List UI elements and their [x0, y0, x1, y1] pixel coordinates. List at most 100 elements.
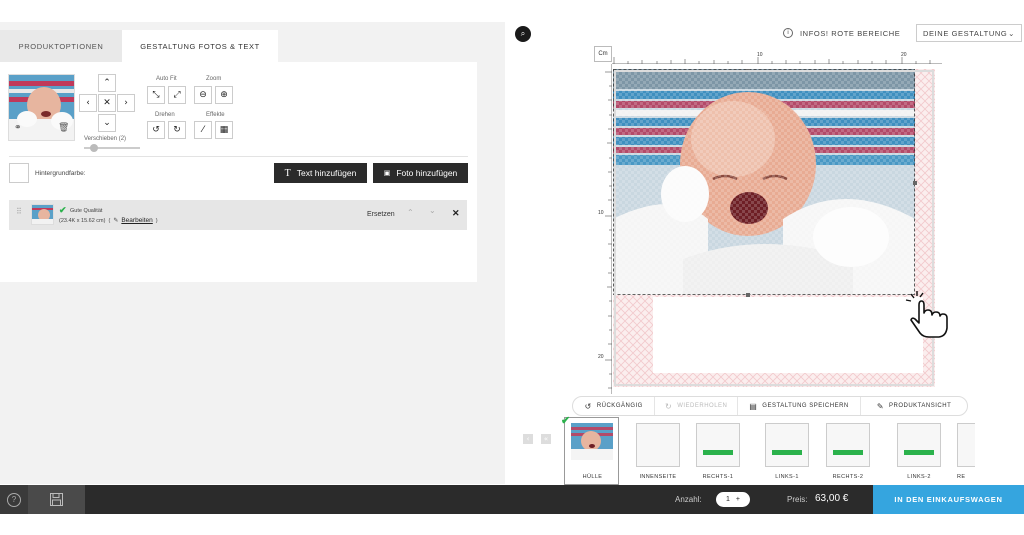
remove-photo-icon[interactable]: ✕ — [452, 208, 460, 219]
auto-fit-expand-button[interactable]: ⤢ — [168, 86, 186, 104]
chevron-down-icon: ⌄ — [103, 118, 111, 128]
redo-icon: ↻ — [664, 401, 673, 411]
save-design-button[interactable]: ▤ GESTALTUNG SPEICHERN — [738, 397, 862, 415]
rotate-right-button[interactable]: ↻ — [168, 121, 186, 139]
photo-item-thumbnail — [31, 204, 54, 225]
redo-button[interactable]: ↻ WIEDERHOLEN — [655, 397, 738, 415]
auto-fit-label: Auto Fit — [156, 76, 177, 82]
zoom-in-button[interactable]: ⊕ — [215, 86, 233, 104]
page-label: RECHTS-2 — [832, 474, 864, 480]
baby-photo-large — [613, 67, 917, 297]
photo-list-item — [9, 200, 467, 230]
rotate-label: Drehen — [155, 112, 175, 118]
editor-action-bar: ↺ RÜCKGÄNGIG ↻ WIEDERHOLEN ▤ GESTALTUNG SPE… — [572, 396, 968, 416]
design-select[interactable]: DEINE GESTALTUNG ⌄ — [916, 24, 1022, 42]
edit-close-paren: ) — [155, 217, 158, 224]
add-to-cart-button[interactable]: IN DEN EINKAUFSWAGEN — [873, 485, 1024, 514]
cover-thumbnail-image — [571, 423, 613, 460]
product-preview-button[interactable]: ✎ PRODUKTANSICHT — [861, 397, 967, 415]
shrink-icon: ⤡ — [152, 90, 160, 100]
resize-hand-cursor-icon — [903, 289, 955, 346]
add-text-label: Text hinzufügen — [296, 168, 357, 178]
chevron-up-icon: ⌃ — [103, 78, 111, 88]
save-floppy-button[interactable] — [28, 485, 85, 514]
zoom-magnifier-icon[interactable]: ⌕ — [515, 26, 531, 42]
center-cross-icon: ✕ — [103, 98, 111, 108]
page-right-3-partial[interactable] — [957, 423, 975, 467]
trash-icon[interactable]: 🗑 — [58, 123, 69, 133]
move-right-button[interactable]: › — [117, 94, 135, 112]
chevron-right-icon: › — [124, 98, 128, 108]
zoom-out-button[interactable]: ⊖ — [194, 86, 212, 104]
image-icon: ▣ — [383, 169, 391, 177]
cover-done-check-icon: ✔ — [561, 415, 571, 427]
move-left-button[interactable]: ‹ — [79, 94, 97, 112]
zoom-out-icon: ⊖ — [199, 90, 207, 100]
rotate-left-icon: ↺ — [152, 125, 160, 135]
center-button[interactable]: ✕ — [98, 94, 116, 112]
design-canvas[interactable] — [613, 67, 935, 387]
first-page-button[interactable]: ‹ — [523, 434, 533, 444]
tab-product-options[interactable]: PRODUKTOPTIONEN — [0, 30, 122, 62]
link-icon[interactable]: ⚭ — [14, 123, 22, 133]
move-up-button[interactable]: ⌃ — [98, 74, 116, 92]
floppy-disk-icon — [50, 493, 63, 506]
horizontal-ruler-ticks — [613, 57, 931, 64]
effects-filter-button[interactable]: ▦ — [215, 121, 233, 139]
zoom-in-icon: ⊕ — [220, 90, 228, 100]
price-label: Preis: — [787, 495, 808, 504]
background-color-swatch[interactable] — [9, 163, 29, 183]
undo-label: RÜCKGÄNGIG — [596, 403, 643, 409]
replace-button[interactable]: Ersetzen — [367, 211, 395, 218]
save-icon: ▤ — [749, 401, 758, 411]
background-color-label: Hintergrundfarbe: — [35, 170, 86, 177]
expand-icon: ⤢ — [173, 90, 181, 100]
plus-icon[interactable]: + — [736, 496, 740, 503]
undo-icon: ↺ — [584, 401, 592, 411]
tab-design-photos-text[interactable]: GESTALTUNG FOTOS & TEXT — [122, 30, 278, 62]
page-right-2[interactable] — [826, 423, 870, 467]
magic-wand-icon: ⁄ — [202, 125, 204, 135]
page-cover-selected[interactable]: HÜLLE — [564, 417, 619, 485]
add-photo-button[interactable]: ▣ Foto hinzufügen — [373, 163, 468, 183]
page-label: HÜLLE — [582, 474, 603, 480]
baby-photo-small-image — [32, 205, 53, 224]
shift-slider-handle[interactable] — [90, 144, 98, 152]
page-right-1[interactable] — [696, 423, 740, 467]
photo-item-details: (23.4K x 15.62 cm) ( ✎ Bearbeiten ) — [59, 217, 158, 224]
add-text-button[interactable]: T Text hinzufügen — [274, 163, 367, 183]
help-button[interactable]: ? — [0, 485, 28, 514]
ruler-unit-label: Cm — [594, 46, 612, 62]
rotate-left-button[interactable]: ↺ — [147, 121, 165, 139]
page-left-2[interactable] — [897, 423, 941, 467]
auto-fit-shrink-button[interactable]: ⤡ — [147, 86, 165, 104]
photo-placeholder-badge — [772, 449, 802, 455]
save-design-label: GESTALTUNG SPEICHERN — [762, 403, 849, 409]
move-down-button[interactable]: ⌄ — [98, 114, 116, 132]
info-red-areas-link[interactable]: INFOS! ROTE BEREICHE — [800, 29, 900, 38]
question-icon: ? — [7, 492, 21, 507]
pencil-icon: ✎ — [876, 401, 885, 411]
divider — [9, 156, 468, 157]
vertical-ruler: 10 20 — [596, 64, 612, 394]
page-inner[interactable] — [636, 423, 680, 467]
edit-link[interactable]: Bearbeiten — [121, 217, 152, 224]
quantity-stepper[interactable]: 1 + — [716, 492, 750, 507]
page-label: RE — [957, 474, 966, 480]
quantity-label: Anzahl: — [675, 495, 702, 504]
drag-handle-icon[interactable]: ⠿ — [16, 207, 22, 216]
effects-wand-button[interactable]: ⁄ — [194, 121, 212, 139]
page-label: LINKS-1 — [775, 474, 799, 480]
move-up-layer-icon[interactable]: ⌃ — [407, 208, 414, 217]
prev-page-button[interactable]: « — [541, 434, 551, 444]
ruler-v-label: 10 — [598, 210, 604, 216]
edit-open-paren: ( — [108, 217, 111, 224]
page-left-1[interactable] — [765, 423, 809, 467]
photo-placeholder-badge — [703, 449, 733, 455]
info-icon: i — [783, 28, 793, 38]
undo-button[interactable]: ↺ RÜCKGÄNGIG — [573, 397, 656, 415]
quality-label: Gute Qualität — [70, 208, 103, 214]
app-root: PRODUKTOPTIONEN GESTALTUNG FOTOS & TEXT … — [0, 0, 1024, 535]
move-down-layer-icon[interactable]: ⌄ — [429, 206, 436, 215]
ruler-v-label: 20 — [598, 354, 604, 360]
